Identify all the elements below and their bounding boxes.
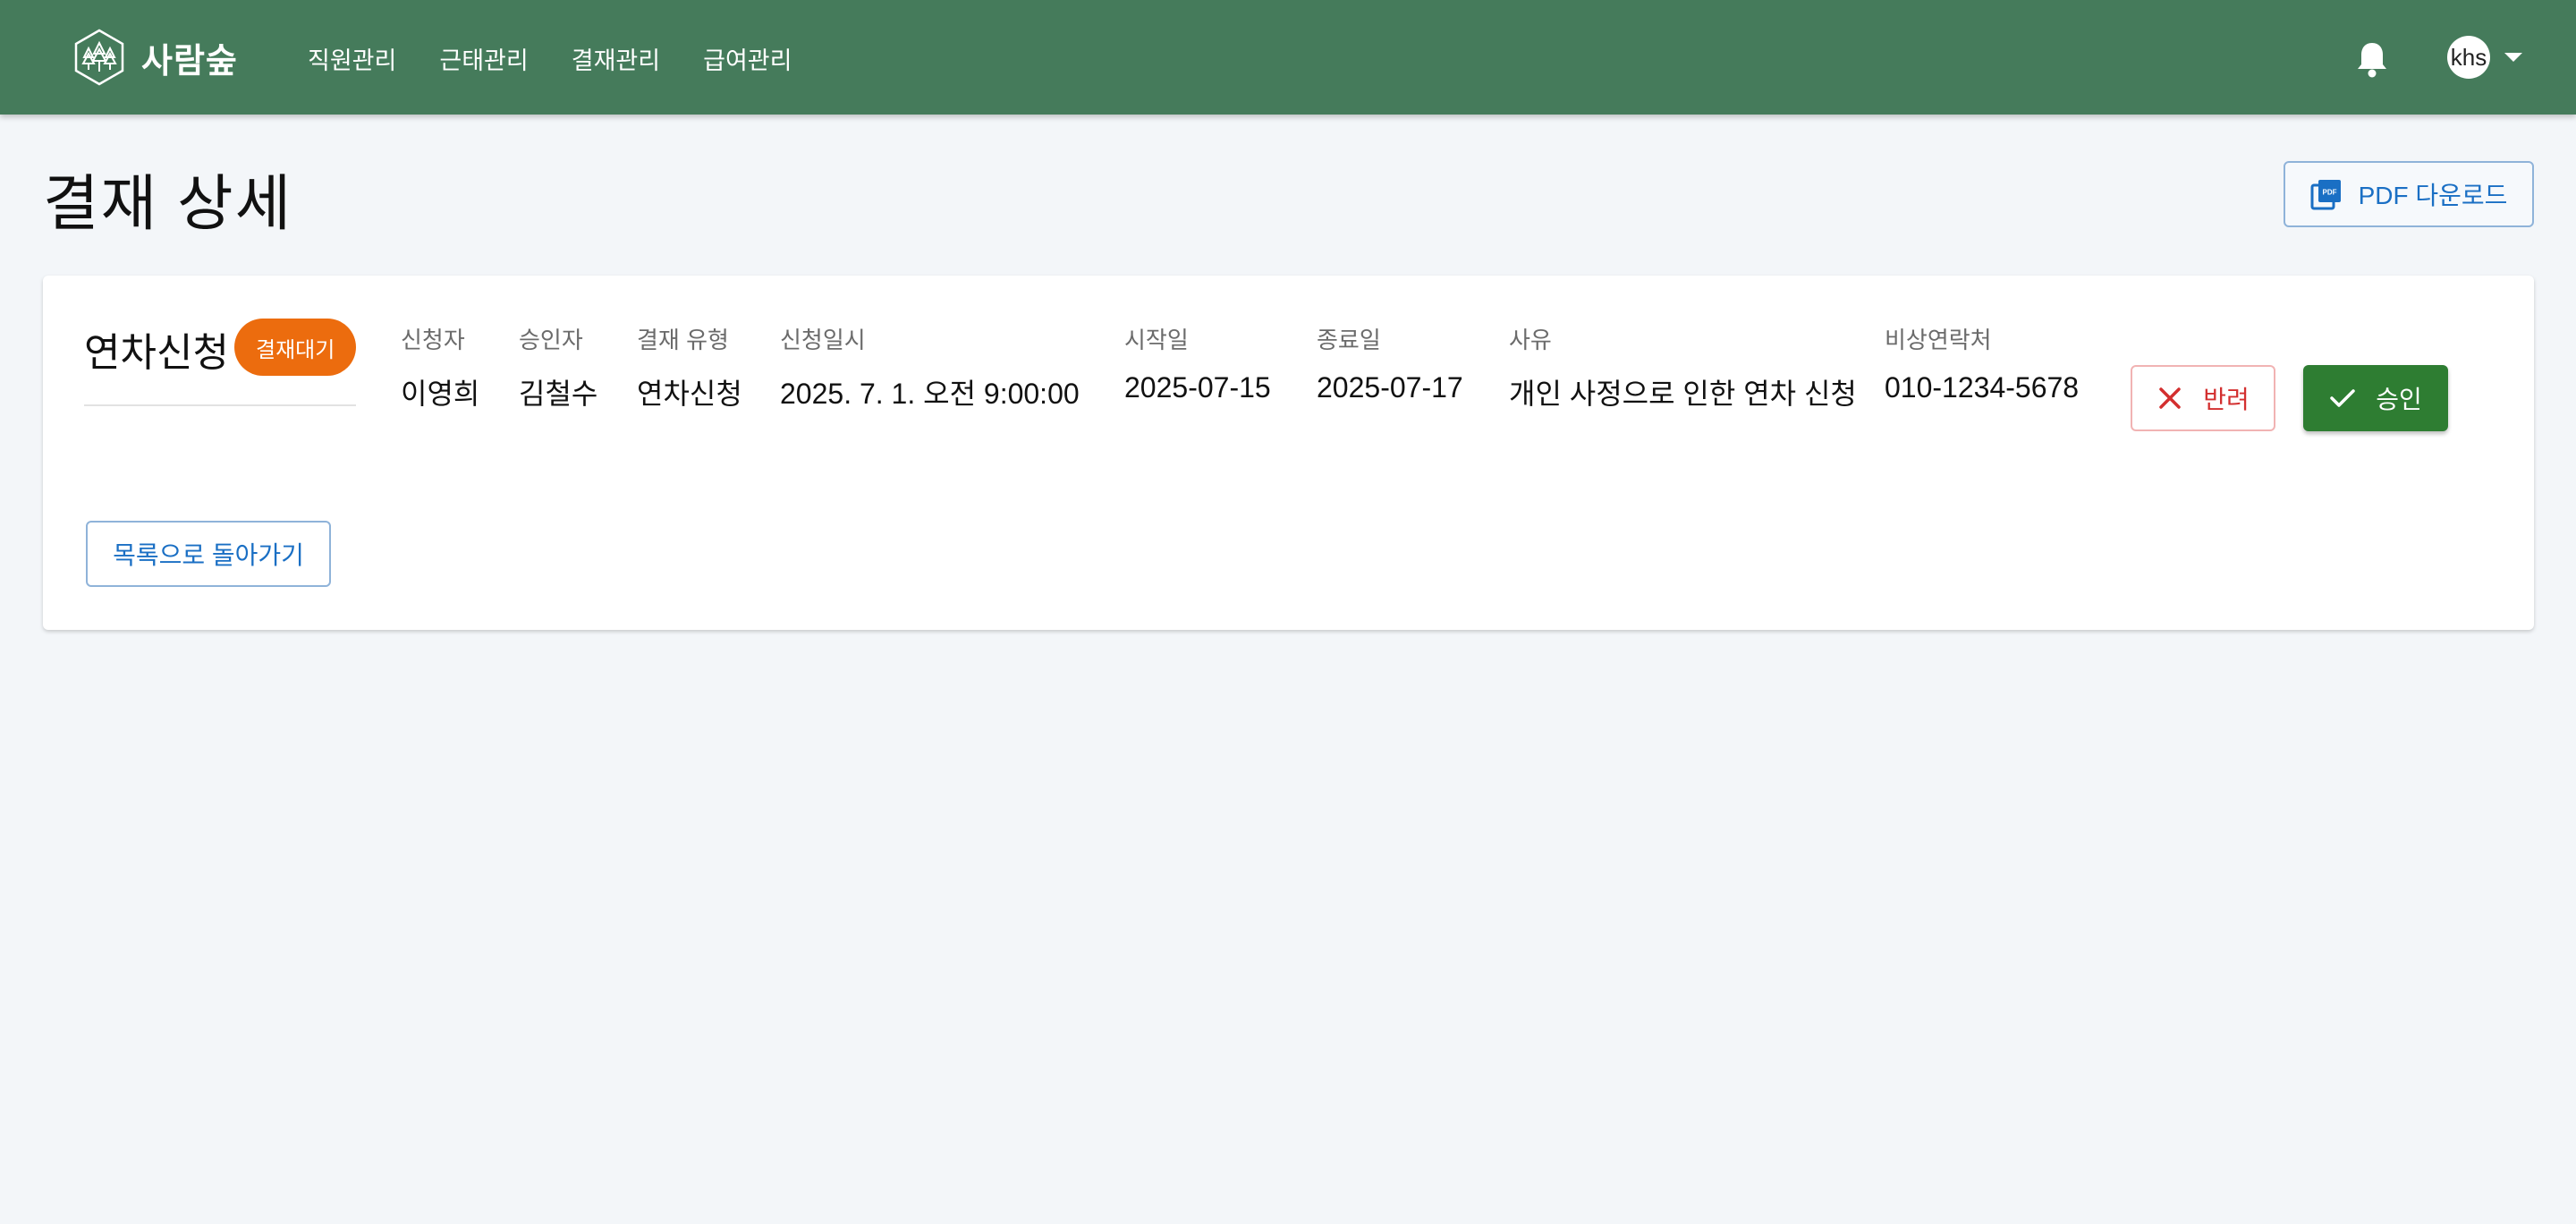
field-start-date: 시작일 2025-07-15 [1124,322,1271,404]
bell-icon[interactable] [2354,39,2390,79]
field-value: 이영희 [401,378,480,410]
field-value: 2025-07-17 [1317,371,1463,404]
field-label: 비상연락처 [1885,327,1992,353]
field-label: 시작일 [1124,327,1189,353]
pdf-download-label: PDF 다운로드 [2358,182,2508,209]
brand-name: 사람숲 [141,42,238,81]
field-label: 결재 유형 [637,327,729,353]
user-menu[interactable]: khs [2447,36,2522,79]
field-value: 연차신청 [637,378,742,410]
check-icon [2330,389,2355,407]
brand[interactable]: 사람숲 [73,29,238,86]
nav-item-payroll[interactable]: 급여관리 [703,41,792,76]
avatar[interactable]: khs [2447,36,2490,79]
nav-item-attendance[interactable]: 근태관리 [439,41,528,76]
field-approver: 승인자 김철수 [519,322,597,412]
approval-detail-card: 연차신청 결재대기 신청자 이영희 승인자 김철수 결재 유형 연차신청 신청일… [43,276,2534,630]
status-badge: 결재대기 [234,319,357,376]
page-title: 결재 상세 [43,170,293,238]
doc-type-title: 연차신청 [84,331,229,375]
field-end-date: 종료일 2025-07-17 [1317,322,1463,404]
field-label: 승인자 [519,327,583,353]
nav-item-approval[interactable]: 결재관리 [572,41,660,76]
reject-button[interactable]: 반려 [2131,365,2275,431]
field-value: 김철수 [519,378,598,410]
field-value: 2025. 7. 1. 오전 9:00:00 [780,378,1080,410]
top-navigation-bar: 사람숲 직원관리 근태관리 결재관리 급여관리 khs [0,0,2576,115]
main-nav: 직원관리 근태관리 결재관리 급여관리 [308,41,792,76]
field-applicant: 신청자 이영희 [401,322,479,412]
svg-text:PDF: PDF [2322,189,2336,197]
nav-item-employee[interactable]: 직원관리 [308,41,396,76]
field-value: 2025-07-15 [1124,371,1271,404]
field-label: 신청자 [401,327,465,353]
close-icon [2159,387,2181,409]
pdf-file-icon: PDF [2310,180,2341,210]
field-emergency-contact: 비상연락처 010-1234-5678 [1885,322,2079,404]
field-value: 010-1234-5678 [1885,371,2080,404]
tree-hexagon-icon [74,29,124,86]
pdf-download-button[interactable]: PDF PDF 다운로드 [2284,161,2534,227]
field-label: 사유 [1509,327,1552,353]
field-value: 개인 사정으로 인한 연차 신청 [1509,378,1857,410]
approve-label: 승인 [2376,386,2422,413]
divider [84,404,356,406]
reject-label: 반려 [2203,386,2250,413]
approve-button[interactable]: 승인 [2303,365,2448,431]
field-label: 종료일 [1317,327,1381,353]
field-approval-type: 결재 유형 연차신청 [637,322,742,412]
field-label: 신청일시 [780,327,866,353]
field-reason: 사유 개인 사정으로 인한 연차 신청 [1509,322,1857,412]
back-to-list-button[interactable]: 목록으로 돌아가기 [86,521,331,587]
field-request-datetime: 신청일시 2025. 7. 1. 오전 9:00:00 [780,322,1080,412]
caret-down-icon[interactable] [2504,53,2522,62]
